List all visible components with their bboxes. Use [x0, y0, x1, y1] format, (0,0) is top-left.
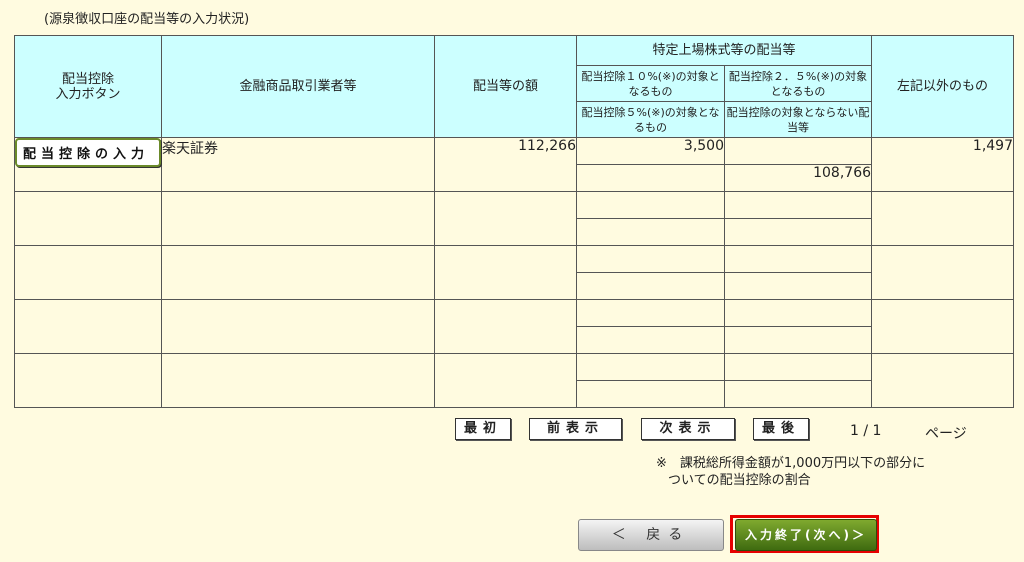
- deduction-10pct-cell: [576, 191, 725, 219]
- dividend-amount-cell: [434, 245, 577, 300]
- dividend-amount-cell: [434, 299, 577, 354]
- deduction-10pct-cell: [576, 353, 725, 381]
- broker-cell: 楽天証券: [161, 137, 435, 192]
- header-sub-5pct: 配当控除５%(※)の対象となるもの: [576, 101, 725, 138]
- header-listed-group: 特定上場株式等の配当等: [575, 35, 873, 66]
- next-page-button[interactable]: 次表示: [641, 418, 735, 440]
- deduction-10pct-cell: [576, 245, 725, 273]
- other-dividend-cell: [871, 245, 1015, 300]
- deduction-2-5pct-cell: [723, 299, 873, 327]
- broker-cell: [161, 245, 435, 300]
- header-input-button: 配当控除 入力ボタン: [14, 35, 162, 138]
- header-dividend-amount: 配当等の額: [434, 35, 577, 138]
- dividend-deduction-input-button[interactable]: 配当控除の入力: [15, 138, 161, 167]
- other-dividend-cell: 1,497: [871, 137, 1015, 192]
- input-button-cell: [14, 353, 162, 408]
- deduction-5pct-cell: [576, 380, 725, 408]
- table-row: [14, 245, 1015, 300]
- footnote-line-2: ついての配当控除の割合: [668, 473, 811, 488]
- table-row: [14, 191, 1015, 246]
- footnote-line-1: ※ 課税総所得金額が1,000万円以下の部分に: [656, 456, 926, 471]
- deduction-10pct-cell: [576, 299, 725, 327]
- deduction-5pct-cell: [576, 326, 725, 354]
- deduction-2-5pct-cell: [723, 353, 873, 381]
- other-dividend-cell: [871, 299, 1015, 354]
- back-button[interactable]: ＜ 戻る: [578, 519, 724, 551]
- first-page-button[interactable]: 最初: [455, 418, 511, 440]
- dividend-amount-cell: [434, 191, 577, 246]
- input-button-cell: [14, 191, 162, 246]
- deduction-10pct-cell: 3,500: [576, 137, 725, 165]
- header-sub-2-5pct: 配当控除２．５%(※)の対象となるもの: [723, 65, 873, 102]
- deduction-none-cell: 108,766: [723, 164, 873, 192]
- table-row: [14, 299, 1015, 354]
- header-broker: 金融商品取引業者等: [161, 35, 435, 138]
- deduction-none-cell: [723, 272, 873, 300]
- other-dividend-cell: [871, 191, 1015, 246]
- deduction-none-cell: [723, 380, 873, 408]
- deduction-2-5pct-cell: [723, 137, 873, 165]
- finish-next-button[interactable]: 入力終了(次へ)＞: [735, 519, 877, 551]
- header-sub-none: 配当控除の対象とならない配当等: [723, 101, 873, 138]
- last-page-button[interactable]: 最後: [753, 418, 809, 440]
- broker-cell: [161, 299, 435, 354]
- page-indicator: 1 / 1: [850, 423, 882, 439]
- footnote: ※ 課税総所得金額が1,000万円以下の部分に ついての配当控除の割合: [656, 455, 925, 489]
- prev-page-button[interactable]: 前表示: [529, 418, 622, 440]
- input-button-cell: 配当控除の入力: [14, 137, 162, 192]
- page-label: ページ: [925, 426, 967, 442]
- deduction-none-cell: [723, 218, 873, 246]
- section-title: (源泉徴収口座の配当等の入力状況): [44, 12, 250, 27]
- broker-cell: [161, 191, 435, 246]
- input-button-cell: [14, 245, 162, 300]
- dividend-amount-cell: 112,266: [434, 137, 577, 192]
- header-other: 左記以外のもの: [871, 35, 1015, 138]
- other-dividend-cell: [871, 353, 1015, 408]
- deduction-none-cell: [723, 326, 873, 354]
- header-sub-10pct: 配当控除１０%(※)の対象となるもの: [576, 65, 725, 102]
- deduction-5pct-cell: [576, 272, 725, 300]
- table-row: 配当控除の入力 楽天証券 112,266 3,500 1,497: [14, 137, 1015, 192]
- deduction-2-5pct-cell: [723, 191, 873, 219]
- deduction-5pct-cell: [576, 218, 725, 246]
- table-row: [14, 353, 1015, 408]
- deduction-5pct-cell: [576, 164, 725, 192]
- dividend-amount-cell: [434, 353, 577, 408]
- input-button-cell: [14, 299, 162, 354]
- deduction-2-5pct-cell: [723, 245, 873, 273]
- dividend-table: 配当控除 入力ボタン 金融商品取引業者等 配当等の額 特定上場株式等の配当等 左…: [14, 35, 1015, 408]
- broker-cell: [161, 353, 435, 408]
